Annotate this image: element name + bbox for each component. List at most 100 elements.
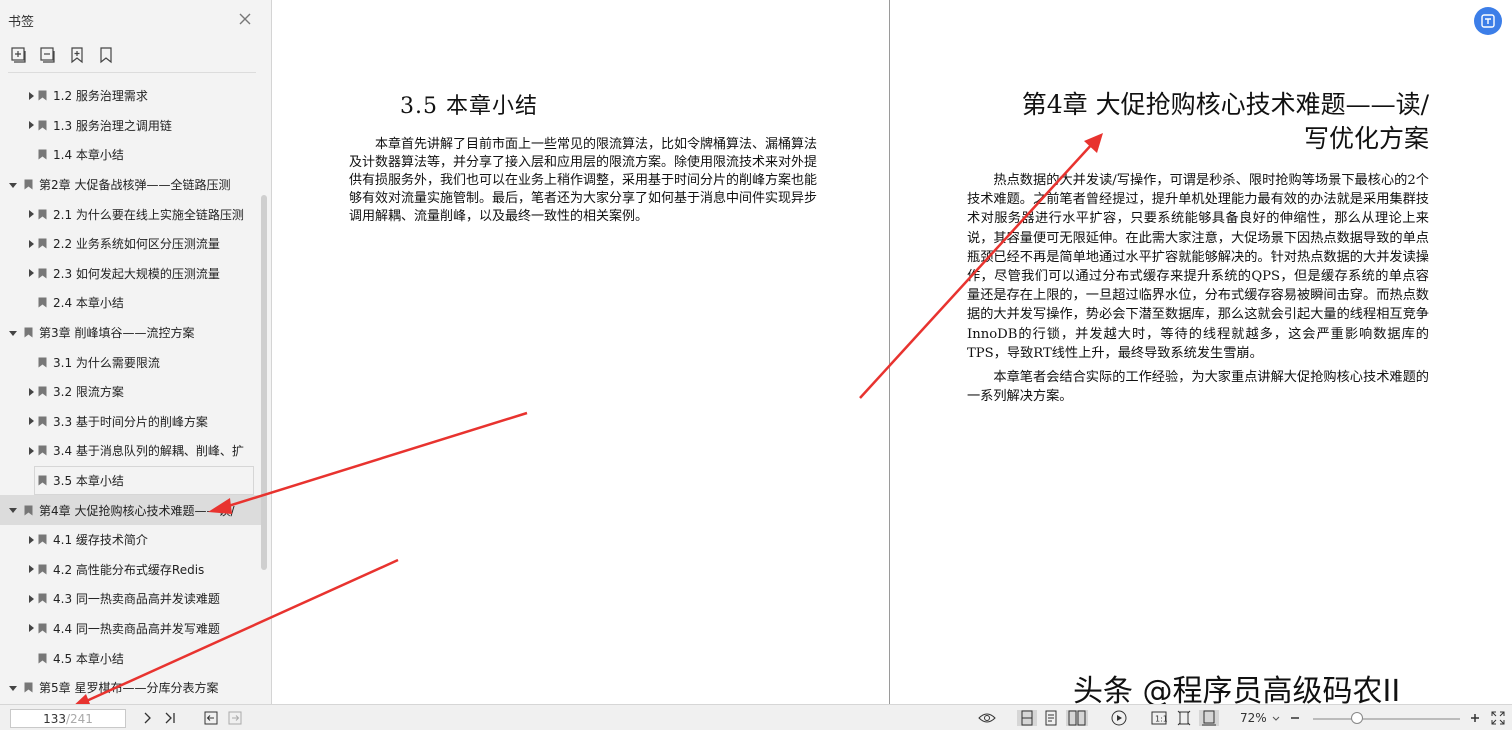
eye-protection-button[interactable]	[977, 710, 997, 726]
bookmark-label: 3.4 基于消息队列的解耦、削峰、扩	[53, 444, 244, 459]
continuous-view-button[interactable]	[1043, 710, 1059, 726]
bookmark-icon	[38, 90, 47, 101]
bookmark-section-item[interactable]: 4.5 本章小结	[0, 643, 262, 673]
bookmark-label: 2.3 如何发起大规模的压测流量	[53, 266, 220, 281]
chevron-right-icon[interactable]	[26, 446, 36, 456]
chevron-right-icon[interactable]	[26, 594, 36, 604]
bookmark-section-item[interactable]: 2.4 本章小结	[0, 288, 262, 318]
fit-width-button[interactable]	[1199, 710, 1219, 726]
last-page-icon	[165, 712, 175, 724]
bookmark-section-item[interactable]: 2.1 为什么要在线上实施全链路压测	[0, 199, 262, 229]
add-bookmark-icon[interactable]	[68, 46, 86, 64]
bookmark-section-item[interactable]: 4.1 缓存技术简介	[0, 525, 262, 555]
chevron-right-icon[interactable]	[26, 209, 36, 219]
bookmark-icon[interactable]	[97, 46, 115, 64]
bookmark-icon	[38, 209, 47, 220]
chevron-right-icon[interactable]	[26, 535, 36, 545]
bookmark-section-item[interactable]: 3.3 基于时间分片的削峰方案	[0, 407, 262, 437]
bookmark-label: 4.3 同一热卖商品高并发读难题	[53, 592, 220, 607]
bookmark-panel-title: 书签	[8, 15, 35, 30]
bookmark-icon	[38, 593, 47, 604]
bookmark-label: 2.2 业务系统如何区分压测流量	[53, 237, 220, 252]
translate-button[interactable]	[1474, 7, 1502, 35]
bookmark-label: 4.1 缓存技术简介	[53, 533, 148, 548]
bookmark-icon	[38, 416, 47, 427]
bookmark-chapter-item[interactable]: 第5章 星罗棋布——分库分表方案	[0, 673, 262, 701]
bookmark-list: 1.2 服务治理需求 1.3 服务治理之调用链 1.4 本章小结 第2章 大促备战核弹…	[0, 81, 262, 701]
chevron-right-icon[interactable]	[26, 564, 36, 574]
bookmark-label: 3.2 限流方案	[53, 385, 124, 400]
fit-page-icon	[1177, 710, 1191, 726]
bookmark-icon	[38, 238, 47, 249]
bookmark-section-item[interactable]: 3.5 本章小结	[34, 465, 254, 496]
single-page-view-button[interactable]	[1017, 710, 1037, 726]
bookmark-section-item[interactable]: 3.1 为什么需要限流	[0, 347, 262, 377]
bookmark-scrollbar[interactable]	[261, 195, 267, 570]
bookmark-section-item[interactable]: 2.2 业务系统如何区分压测流量	[0, 229, 262, 259]
bookmark-section-item[interactable]: 4.4 同一热卖商品高并发写难题	[0, 614, 262, 644]
bookmark-icon	[38, 534, 47, 545]
chevron-down-icon[interactable]	[8, 505, 18, 515]
bookmark-section-item[interactable]: 1.4 本章小结	[0, 140, 262, 170]
last-page-button[interactable]	[162, 710, 178, 726]
bookmark-label: 3.1 为什么需要限流	[53, 355, 160, 370]
bookmark-section-item[interactable]: 4.3 同一热卖商品高并发读难题	[0, 584, 262, 614]
bookmark-label: 2.1 为什么要在线上实施全链路压测	[53, 207, 244, 222]
chevron-right-icon[interactable]	[26, 416, 36, 426]
chevron-right-icon[interactable]	[26, 268, 36, 278]
eye-icon	[978, 713, 996, 723]
zoom-in-button[interactable]	[1467, 710, 1483, 726]
actual-size-button[interactable]: 1:1	[1150, 710, 1168, 726]
right-page-paragraph-1: 热点数据的大并发读/写操作，可谓是秒杀、限时抢购等场景下最核心的2个技术难题。之…	[967, 173, 1429, 361]
bookmark-icon	[38, 564, 47, 575]
back-button[interactable]	[203, 710, 219, 726]
chevron-right-icon[interactable]	[26, 120, 36, 130]
fullscreen-icon	[1491, 711, 1505, 725]
forward-icon	[228, 711, 242, 725]
chevron-right-icon[interactable]	[26, 91, 36, 101]
page-number-input[interactable]: 133/241	[10, 709, 126, 728]
chevron-right-icon[interactable]	[26, 623, 36, 633]
zoom-slider-knob[interactable]	[1351, 712, 1364, 724]
play-button[interactable]	[1110, 710, 1128, 726]
bookmark-section-item[interactable]: 1.2 服务治理需求	[0, 81, 262, 111]
bookmark-icon	[24, 682, 33, 693]
actual-size-icon: 1:1	[1151, 711, 1167, 725]
zoom-slider-track[interactable]	[1313, 718, 1460, 720]
bookmark-label: 3.3 基于时间分片的削峰方案	[53, 414, 208, 429]
collapse-all-icon[interactable]	[39, 46, 57, 64]
bookmark-section-item[interactable]: 1.3 服务治理之调用链	[0, 111, 262, 141]
bookmark-section-item[interactable]: 4.2 高性能分布式缓存Redis	[0, 555, 262, 585]
close-icon[interactable]	[236, 10, 254, 28]
bookmark-label: 4.4 同一热卖商品高并发写难题	[53, 621, 220, 636]
forward-button[interactable]	[227, 710, 243, 726]
fit-page-button[interactable]	[1176, 710, 1192, 726]
zoom-out-button[interactable]	[1287, 710, 1303, 726]
chevron-down-icon[interactable]	[8, 328, 18, 338]
bookmark-label: 1.2 服务治理需求	[53, 89, 148, 104]
bookmark-label: 第5章 星罗棋布——分库分表方案	[39, 681, 219, 696]
fullscreen-button[interactable]	[1490, 710, 1506, 726]
two-page-view-button[interactable]	[1066, 710, 1088, 726]
chevron-down-icon[interactable]	[8, 683, 18, 693]
chevron-right-icon	[144, 712, 151, 724]
bookmark-panel: 书签 1.2 服务治理需求 1.3 服务治理之调用链 1.4 本章小结 第2章 …	[0, 0, 272, 704]
bookmark-chapter-item[interactable]: 第2章 大促备战核弹——全链路压测	[0, 170, 262, 200]
next-page-button[interactable]	[139, 710, 155, 726]
bookmark-icon	[38, 445, 47, 456]
chevron-down-icon[interactable]	[1272, 716, 1280, 722]
fit-width-icon	[1202, 710, 1216, 726]
expand-all-icon[interactable]	[10, 46, 28, 64]
chevron-down-icon[interactable]	[8, 180, 18, 190]
bookmark-chapter-item[interactable]: 第3章 削峰填谷——流控方案	[0, 318, 262, 348]
chevron-right-icon[interactable]	[26, 387, 36, 397]
bookmark-chapter-item[interactable]: 第4章 大促抢购核心技术难题——读/	[0, 495, 262, 525]
chapter-title-line-2: 写优化方案	[1303, 124, 1429, 153]
chevron-right-icon[interactable]	[26, 239, 36, 249]
bookmark-section-item[interactable]: 3.4 基于消息队列的解耦、削峰、扩	[0, 436, 262, 466]
zoom-level-dropdown[interactable]: 72%	[1240, 711, 1267, 725]
bookmark-section-item[interactable]: 3.2 限流方案	[0, 377, 262, 407]
document-icon	[1045, 710, 1057, 726]
bookmark-section-item[interactable]: 2.3 如何发起大规模的压测流量	[0, 259, 262, 289]
back-icon	[204, 711, 218, 725]
